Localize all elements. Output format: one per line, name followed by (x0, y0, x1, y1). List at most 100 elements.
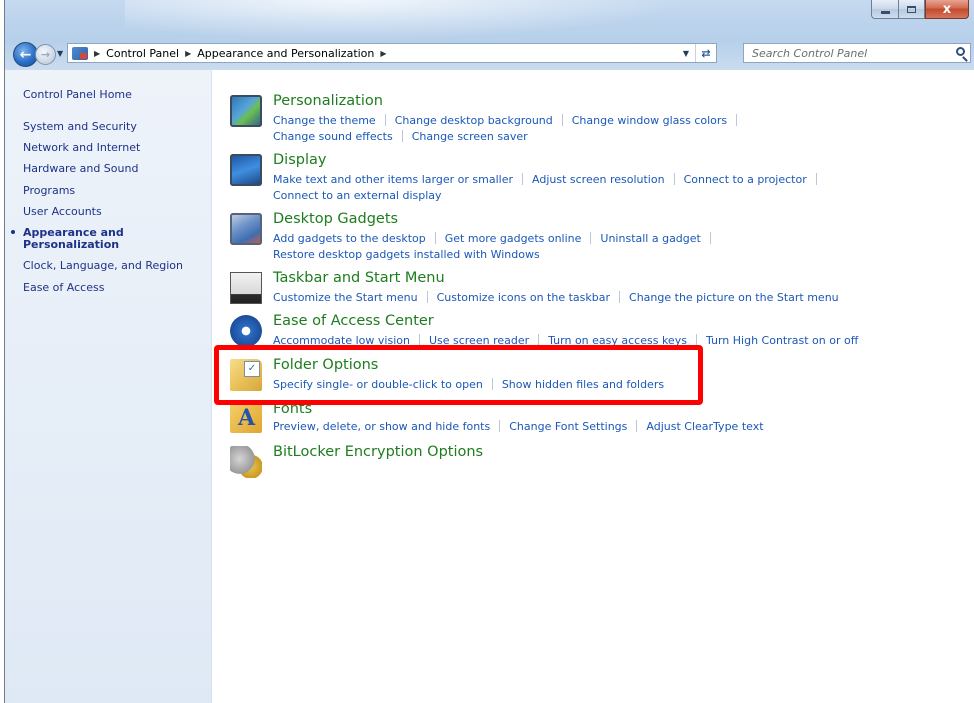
recent-pages-dropdown[interactable]: ▼ (57, 49, 63, 58)
link-customize-taskbar-icons[interactable]: Customize icons on the taskbar (437, 291, 610, 304)
link-adjust-cleartype[interactable]: Adjust ClearType text (646, 420, 763, 433)
chevron-right-icon[interactable]: ▶ (94, 49, 100, 58)
search-input[interactable] (750, 45, 954, 61)
link-add-gadgets[interactable]: Add gadgets to the desktop (273, 232, 426, 245)
control-panel-window: x ← → ▼ ▶ Control Panel ▶ Appearance and… (4, 0, 974, 703)
maximize-icon (907, 5, 916, 13)
link-connect-external-display[interactable]: Connect to an external display (273, 189, 442, 202)
back-arrow-icon: ← (19, 46, 32, 63)
sidebar-item-ease-of-access[interactable]: Ease of Access (23, 281, 104, 294)
left-navigation-pane: Control Panel Home System and Security N… (5, 70, 212, 703)
link-separator (522, 173, 523, 185)
bitlocker-icon[interactable] (230, 446, 262, 478)
desktop-gadgets-icon[interactable] (230, 213, 262, 245)
sidebar-item-hardware-and-sound[interactable]: Hardware and Sound (23, 162, 138, 175)
taskbar-icon[interactable] (230, 272, 262, 304)
link-preview-fonts[interactable]: Preview, delete, or show and hide fonts (273, 420, 490, 433)
sidebar-item-user-accounts[interactable]: User Accounts (23, 205, 102, 218)
link-adjust-screen-resolution[interactable]: Adjust screen resolution (532, 173, 665, 186)
refresh-button[interactable]: ⇄ (695, 44, 716, 62)
chevron-down-icon: ▼ (682, 48, 690, 58)
address-dropdown-button[interactable]: ▼ (678, 44, 694, 62)
link-change-window-glass-colors[interactable]: Change window glass colors (572, 114, 727, 127)
link-separator (590, 232, 592, 244)
category-title-bitlocker[interactable]: BitLocker Encryption Options (273, 444, 483, 460)
refresh-icon: ⇄ (701, 46, 711, 60)
link-connect-to-projector[interactable]: Connect to a projector (684, 173, 807, 186)
breadcrumb-control-panel[interactable]: Control Panel (106, 47, 179, 60)
title-bar: x ← → ▼ ▶ Control Panel ▶ Appearance and… (5, 0, 974, 70)
link-change-screen-saver[interactable]: Change screen saver (412, 130, 528, 143)
forward-button[interactable]: → (35, 44, 56, 65)
minimize-button[interactable] (871, 0, 898, 19)
link-separator (491, 378, 493, 390)
category-links: Add gadgets to the desktop Get more gadge… (273, 231, 893, 263)
category-links: Accommodate low vision Use screen reader T… (273, 333, 893, 349)
current-item-bullet (11, 230, 15, 234)
category-title-display[interactable]: Display (273, 152, 326, 168)
category-title-fonts[interactable]: Fonts (273, 401, 312, 417)
sidebar-item-network-and-internet[interactable]: Network and Internet (23, 141, 140, 154)
link-change-font-settings[interactable]: Change Font Settings (509, 420, 627, 433)
link-separator (673, 173, 675, 185)
display-icon[interactable] (230, 154, 262, 186)
control-panel-icon (72, 46, 88, 60)
link-separator (434, 232, 436, 244)
main-content: Personalization Change the theme Change d… (212, 70, 974, 703)
category-links: Preview, delete, or show and hide fonts C… (273, 419, 893, 435)
chevron-right-icon[interactable]: ▶ (185, 49, 191, 58)
chevron-right-icon[interactable]: ▶ (380, 49, 386, 58)
link-separator (815, 173, 817, 185)
category-title-ease-of-access[interactable]: Ease of Access Center (273, 313, 434, 329)
link-specify-click-to-open[interactable]: Specify single- or double-click to open (273, 378, 483, 391)
caption-buttons: x (871, 0, 969, 19)
link-separator (426, 291, 428, 303)
folder-options-icon[interactable] (230, 359, 262, 391)
search-icon[interactable] (956, 47, 965, 56)
category-links: Specify single- or double-click to open S… (273, 377, 893, 393)
forward-arrow-icon: → (40, 48, 51, 61)
link-customize-start-menu[interactable]: Customize the Start menu (273, 291, 418, 304)
link-get-more-gadgets[interactable]: Get more gadgets online (445, 232, 582, 245)
category-links: Customize the Start menu Customize icons … (273, 290, 893, 306)
sidebar-item-appearance-and-personalization[interactable]: Appearance and Personalization (5, 227, 205, 253)
link-separator (499, 420, 501, 432)
ease-of-access-icon[interactable] (230, 315, 262, 347)
link-separator (709, 232, 711, 244)
category-title-folder-options[interactable]: Folder Options (273, 357, 378, 373)
link-turn-on-easy-access-keys[interactable]: Turn on easy access keys (548, 334, 687, 347)
link-change-sound-effects[interactable]: Change sound effects (273, 130, 393, 143)
maximize-button[interactable] (898, 0, 925, 19)
link-use-screen-reader[interactable]: Use screen reader (429, 334, 529, 347)
link-separator (695, 334, 697, 346)
sidebar-item-system-and-security[interactable]: System and Security (23, 120, 137, 133)
link-restore-gadgets[interactable]: Restore desktop gadgets installed with W… (273, 248, 540, 261)
link-separator (384, 114, 386, 126)
sidebar-item-control-panel-home[interactable]: Control Panel Home (23, 88, 132, 101)
link-separator (636, 420, 638, 432)
personalization-icon[interactable] (230, 95, 262, 127)
sidebar-item-programs[interactable]: Programs (23, 184, 75, 197)
link-separator (736, 114, 738, 126)
link-change-theme[interactable]: Change the theme (273, 114, 376, 127)
link-change-desktop-background[interactable]: Change desktop background (395, 114, 553, 127)
address-bar[interactable]: ▶ Control Panel ▶ Appearance and Persona… (67, 43, 717, 63)
category-links: Change the theme Change desktop backgroun… (273, 113, 893, 145)
link-turn-high-contrast[interactable]: Turn High Contrast on or off (706, 334, 858, 347)
link-show-hidden-files[interactable]: Show hidden files and folders (502, 378, 664, 391)
close-button[interactable]: x (925, 0, 969, 19)
link-make-text-larger[interactable]: Make text and other items larger or smal… (273, 173, 513, 186)
category-title-personalization[interactable]: Personalization (273, 93, 383, 109)
link-accommodate-low-vision[interactable]: Accommodate low vision (273, 334, 410, 347)
link-uninstall-gadget[interactable]: Uninstall a gadget (600, 232, 700, 245)
search-box[interactable] (743, 43, 971, 63)
sidebar-item-clock-language-region[interactable]: Clock, Language, and Region (23, 259, 183, 272)
link-change-start-picture[interactable]: Change the picture on the Start menu (629, 291, 839, 304)
fonts-icon[interactable] (230, 401, 262, 433)
link-separator (619, 291, 621, 303)
minimize-icon (880, 10, 890, 14)
category-title-taskbar[interactable]: Taskbar and Start Menu (273, 270, 445, 286)
link-separator (418, 334, 420, 346)
category-title-desktop-gadgets[interactable]: Desktop Gadgets (273, 211, 398, 227)
breadcrumb-appearance-and-personalization[interactable]: Appearance and Personalization (197, 47, 374, 60)
